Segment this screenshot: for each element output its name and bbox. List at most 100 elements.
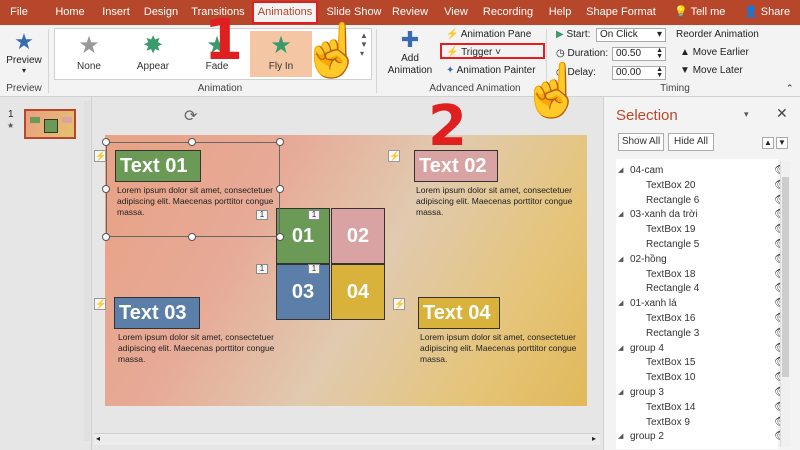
tab-home[interactable]: Home (48, 0, 92, 25)
tab-file[interactable]: File (0, 0, 38, 25)
preview-button[interactable]: ★ Preview ▾ (6, 29, 42, 75)
delay-field[interactable]: 00.00 ▲ ▼ (612, 66, 666, 80)
expand-triangle-icon[interactable]: ◢ (618, 385, 623, 400)
slide-thumbnail[interactable] (24, 109, 76, 139)
selection-list-item[interactable]: Rectangle 3👁 (618, 326, 788, 341)
selection-list-item[interactable]: TextBox 18👁 (618, 267, 788, 282)
selection-list-item[interactable]: TextBox 9👁 (618, 415, 788, 430)
selection-list-item[interactable]: ◢group 4👁 (618, 341, 788, 356)
selection-list-item[interactable]: ◢01-xanh lá👁 (618, 296, 788, 311)
tab-view[interactable]: View (440, 0, 472, 25)
scrollbar-thumb[interactable] (782, 177, 789, 377)
move-earlier-button[interactable]: ▲ Move Earlier (680, 47, 749, 58)
selection-list-item[interactable]: ◢02-hồng👁 (618, 252, 788, 267)
trigger-marker-icon[interactable]: ⚡ (388, 150, 400, 162)
tab-review[interactable]: Review (390, 0, 430, 25)
animation-order-badge[interactable]: 1 (308, 210, 320, 220)
selection-item-label: TextBox 19 (646, 224, 696, 236)
selection-item-label: group 4 (630, 342, 664, 354)
resize-handle[interactable] (188, 233, 196, 241)
trigger-marker-icon[interactable]: ⚡ (94, 298, 106, 310)
selection-item-label: group 3 (630, 387, 664, 398)
share-button[interactable]: 👤 Share (744, 0, 790, 25)
trigger-highlight-box (440, 43, 545, 59)
reorder-animation-title: Reorder Animation (676, 29, 759, 40)
trigger-marker-icon[interactable]: ⚡ (393, 298, 405, 310)
collapse-ribbon-icon[interactable]: ⌃ (786, 83, 794, 94)
selection-list-item[interactable]: ◢group 2👁 (618, 429, 788, 444)
cell-04[interactable]: 04 (331, 264, 385, 320)
resize-handle[interactable] (276, 138, 284, 146)
resize-handle[interactable] (276, 233, 284, 241)
hide-all-button[interactable]: Hide All (668, 133, 714, 151)
resize-handle[interactable] (102, 138, 110, 146)
text-box-04[interactable]: Text 04 (418, 297, 500, 329)
start-select[interactable]: On Click ▾ (596, 28, 666, 42)
animation-pane-button[interactable]: ⚡ Animation Pane (446, 29, 531, 40)
ribbon-tabs: File Home Insert Design Transitions Anim… (0, 0, 800, 25)
show-all-button[interactable]: Show All (618, 133, 664, 151)
tell-me-search[interactable]: 💡 Tell me (674, 0, 725, 25)
close-icon[interactable]: ✕ (776, 105, 788, 122)
tab-design[interactable]: Design (140, 0, 182, 25)
cell-02[interactable]: 02 (331, 208, 385, 264)
bring-forward-icon[interactable]: ▲ (762, 137, 774, 149)
tab-shape-format[interactable]: Shape Format (586, 0, 656, 25)
cell-03[interactable]: 03 (276, 264, 330, 320)
selection-list-item[interactable]: ◢04-cam👁 (618, 163, 788, 178)
start-label: ▶ Start: (556, 29, 591, 40)
thumbnail-scrollbar[interactable] (84, 101, 90, 441)
selection-list-item[interactable]: TextBox 14👁 (618, 400, 788, 415)
cell-01[interactable]: 01 (276, 208, 330, 264)
selection-list-item[interactable]: TextBox 19👁 (618, 222, 788, 237)
lorem-text-4[interactable]: Lorem ipsum dolor sit amet, consectetuer… (420, 332, 590, 365)
animation-order-badge[interactable]: 1 (308, 264, 320, 274)
selection-list-item[interactable]: Rectangle 4👁 (618, 281, 788, 296)
expand-triangle-icon[interactable]: ◢ (618, 163, 623, 178)
resize-handle[interactable] (102, 233, 110, 241)
move-later-button[interactable]: ▼ Move Later (680, 65, 743, 76)
horizontal-scrollbar[interactable]: ◂ ▸ (94, 433, 600, 445)
resize-handle[interactable] (102, 185, 110, 193)
person-icon: 👤 (744, 6, 758, 18)
rotate-handle-icon[interactable]: ⟳ (184, 106, 197, 126)
expand-triangle-icon[interactable]: ◢ (618, 341, 623, 356)
expand-triangle-icon[interactable]: ◢ (618, 252, 623, 267)
selection-list-item[interactable]: ◢group 3👁 (618, 385, 788, 400)
tab-recording[interactable]: Recording (480, 0, 536, 25)
add-animation-button[interactable]: ✚ Add Animation (384, 27, 436, 77)
selection-list-item[interactable]: TextBox 15👁 (618, 355, 788, 370)
selection-item-label: TextBox 20 (646, 179, 696, 191)
lorem-text-3[interactable]: Lorem ipsum dolor sit amet, consectetuer… (118, 332, 288, 365)
lorem-text-2[interactable]: Lorem ipsum dolor sit amet, consectetuer… (416, 185, 586, 218)
animation-none[interactable]: ★ None (58, 31, 120, 79)
selection-pane: Selection ▾ ✕ Show All Hide All ▲ ▼ ◢ 04-… (603, 97, 800, 450)
text-box-03[interactable]: Text 03 (114, 297, 200, 329)
selection-list-item[interactable]: Rectangle 5👁 (618, 237, 788, 252)
pane-scrollbar[interactable] (780, 161, 790, 447)
selection-list-item[interactable]: TextBox 10👁 (618, 370, 788, 385)
resize-handle[interactable] (188, 138, 196, 146)
selection-list-item[interactable]: TextBox 20👁 (618, 178, 788, 193)
duration-field[interactable]: 00.50 ▲ ▼ (612, 47, 666, 61)
animation-order-badge[interactable]: 1 (256, 210, 268, 220)
selection-list-item[interactable]: ◢03-xanh da trời👁 (618, 207, 788, 222)
triangle-up-icon: ▲ (680, 47, 690, 58)
send-backward-icon[interactable]: ▼ (776, 137, 788, 149)
trigger-marker-icon[interactable]: ⚡ (94, 150, 106, 162)
scroll-right-icon[interactable]: ▸ (592, 434, 596, 443)
pane-options-icon[interactable]: ▾ (744, 109, 749, 120)
ribbon: ★ Preview ▾ Preview ★ None ✸ Appear ★ Fade … (0, 25, 800, 97)
animation-order-badge[interactable]: 1 (256, 264, 268, 274)
tab-help[interactable]: Help (544, 0, 576, 25)
scroll-left-icon[interactable]: ◂ (96, 434, 100, 443)
tab-insert[interactable]: Insert (96, 0, 136, 25)
animation-appear[interactable]: ✸ Appear (122, 31, 184, 79)
expand-triangle-icon[interactable]: ◢ (618, 429, 623, 444)
resize-handle[interactable] (276, 185, 284, 193)
selection-list-item[interactable]: TextBox 16👁 (618, 311, 788, 326)
thumb-shape (44, 119, 58, 133)
selection-list-item[interactable]: Rectangle 6👁 (618, 193, 788, 208)
expand-triangle-icon[interactable]: ◢ (618, 207, 623, 222)
expand-triangle-icon[interactable]: ◢ (618, 296, 623, 311)
